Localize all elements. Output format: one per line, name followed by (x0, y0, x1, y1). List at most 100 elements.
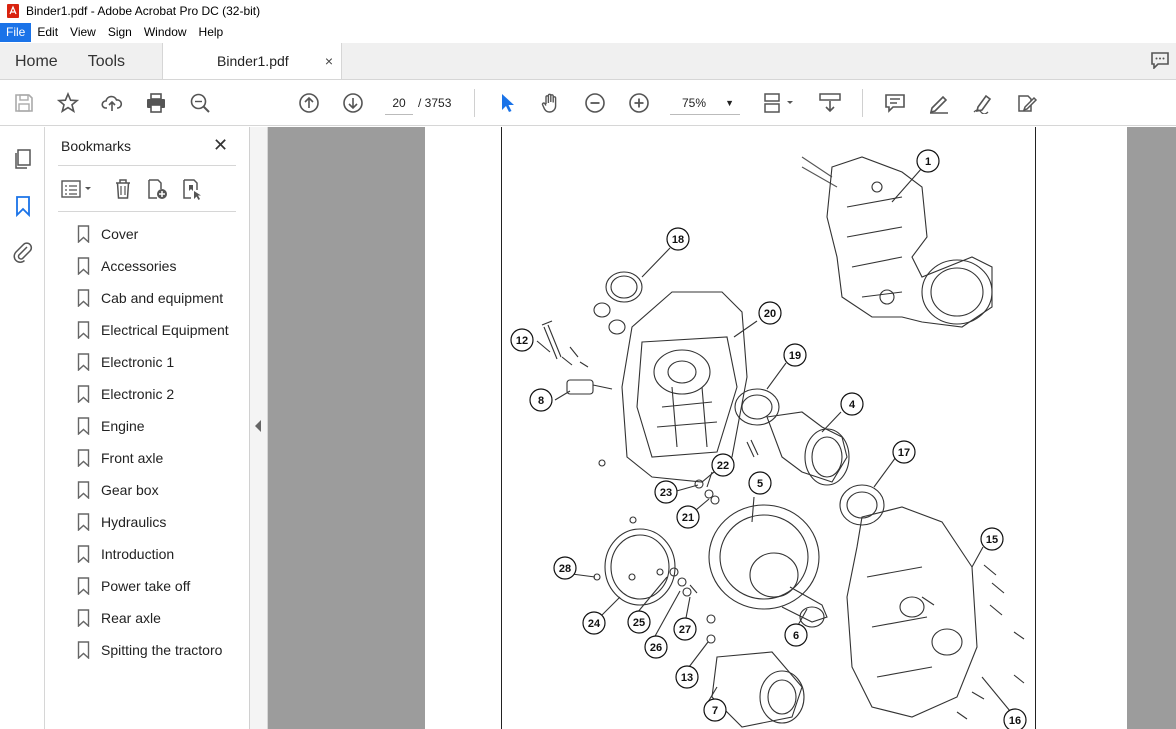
next-page-icon[interactable] (341, 91, 365, 115)
callout-label: 1 (925, 156, 931, 168)
bookmark-from-selection-icon[interactable] (179, 177, 205, 201)
acrobat-icon (7, 4, 19, 18)
panel-splitter[interactable] (250, 127, 268, 729)
edit-pdf-icon[interactable] (1015, 91, 1039, 115)
chevron-down-icon: ▼ (725, 98, 734, 108)
tab-tools[interactable]: Tools (73, 43, 140, 79)
callout-label: 23 (660, 487, 672, 499)
callout-label: 4 (849, 399, 856, 411)
main-toolbar: 20 / 3753 75% ▼ (0, 80, 1176, 126)
bookmark-label: Spitting the tractoro (101, 642, 223, 658)
upload-cloud-icon[interactable] (100, 91, 124, 115)
bookmark-label: Electronic 1 (101, 354, 175, 370)
tab-document[interactable]: Binder1.pdf × (162, 43, 343, 80)
bookmark-icon (77, 641, 90, 659)
zoom-search-icon[interactable] (188, 91, 212, 115)
bookmark-rear-axle[interactable]: Rear axle (77, 602, 161, 634)
callout-label: 16 (1009, 715, 1021, 727)
bookmark-icon (77, 321, 90, 339)
close-tab-button[interactable]: × (325, 43, 333, 80)
menu-view[interactable]: View (64, 23, 102, 42)
bookmark-electronic-2[interactable]: Electronic 2 (77, 378, 174, 410)
bookmark-electrical-equipment[interactable]: Electrical Equipment (77, 314, 229, 346)
callout-label: 27 (679, 624, 691, 636)
bookmark-icon (77, 417, 90, 435)
bookmark-power-take-off[interactable]: Power take off (77, 570, 190, 602)
bookmark-introduction[interactable]: Introduction (77, 538, 174, 570)
divider (58, 165, 236, 166)
tab-home[interactable]: Home (0, 43, 73, 79)
callout-label: 25 (633, 617, 645, 629)
bookmark-label: Cover (101, 226, 139, 242)
bookmark-gear-box[interactable]: Gear box (77, 474, 159, 506)
bookmark-icon (77, 257, 90, 275)
callout-label: 15 (986, 534, 998, 546)
menu-edit[interactable]: Edit (31, 23, 64, 42)
menu-bar: File Edit View Sign Window Help (0, 22, 1176, 43)
bookmark-icon (77, 449, 90, 467)
zoom-out-icon[interactable] (583, 91, 607, 115)
callout-label: 6 (793, 630, 799, 642)
bookmark-panel-icon[interactable] (11, 194, 35, 218)
new-bookmark-icon[interactable] (144, 177, 170, 201)
bookmark-engine[interactable]: Engine (77, 410, 145, 442)
bookmark-label: Accessories (101, 258, 177, 274)
page-number-input[interactable]: 20 (385, 91, 413, 115)
callout-label: 12 (516, 335, 528, 347)
bookmark-icon (77, 225, 90, 243)
bookmark-icon (77, 481, 90, 499)
bookmark-label: Front axle (101, 450, 164, 466)
star-icon[interactable] (56, 91, 80, 115)
bookmark-icon (77, 385, 90, 403)
save-icon[interactable] (12, 91, 36, 115)
page-layout-icon[interactable] (762, 91, 798, 115)
callout-label: 21 (682, 512, 694, 524)
callout-label: 17 (898, 447, 910, 459)
pdf-page: 1 18 20 19 12 8 4 17 22 23 21 5 15 28 24… (425, 127, 1127, 729)
bookmark-cover[interactable]: Cover (77, 218, 138, 250)
exploded-parts-diagram: 1 18 20 19 12 8 4 17 22 23 21 5 15 28 24… (510, 149, 1027, 729)
bookmark-hydraulics[interactable]: Hydraulics (77, 506, 166, 538)
bookmark-cab-and-equipment[interactable]: Cab and equipment (77, 282, 223, 314)
bookmark-label: Engine (101, 418, 145, 434)
bookmark-spitting-the-tractoro[interactable]: Spitting the tractoro (77, 634, 222, 666)
left-rail (0, 127, 45, 729)
menu-file[interactable]: File (0, 23, 32, 42)
zoom-in-icon[interactable] (627, 91, 651, 115)
pages-thumbnails-icon[interactable] (11, 147, 35, 171)
comment-icon[interactable] (1150, 51, 1170, 69)
menu-help[interactable]: Help (193, 23, 230, 42)
zoom-select[interactable]: 75% ▼ (670, 91, 740, 115)
bookmark-label: Rear axle (101, 610, 161, 626)
print-icon[interactable] (144, 91, 168, 115)
sign-icon[interactable] (971, 91, 995, 115)
previous-page-icon[interactable] (297, 91, 321, 115)
bookmark-label: Gear box (101, 482, 159, 498)
scroll-mode-icon[interactable] (817, 91, 843, 115)
bookmark-label: Electronic 2 (101, 386, 175, 402)
highlight-pen-icon[interactable] (927, 91, 951, 115)
document-viewer[interactable]: 1 18 20 19 12 8 4 17 22 23 21 5 15 28 24… (268, 127, 1176, 729)
delete-bookmark-icon[interactable] (110, 177, 136, 201)
menu-window[interactable]: Window (138, 23, 193, 42)
bookmark-accessories[interactable]: Accessories (77, 250, 176, 282)
bookmark-icon (77, 545, 90, 563)
attachments-icon[interactable] (11, 240, 35, 264)
callout-label: 18 (672, 234, 684, 246)
toolbar-divider (862, 89, 863, 117)
hand-tool-icon[interactable] (539, 91, 563, 115)
menu-sign[interactable]: Sign (102, 23, 138, 42)
close-panel-button[interactable]: ✕ (213, 135, 228, 156)
add-comment-icon[interactable] (883, 91, 907, 115)
page-total: / 3753 (418, 96, 452, 110)
bookmarks-header: Bookmarks (61, 138, 132, 154)
bookmark-options-icon[interactable] (60, 177, 96, 201)
bookmark-icon (77, 289, 90, 307)
window-title: Binder1.pdf - Adobe Acrobat Pro DC (32-b… (26, 4, 261, 18)
callout-label: 7 (712, 705, 718, 717)
bookmark-front-axle[interactable]: Front axle (77, 442, 163, 474)
collapse-arrow-icon[interactable] (255, 420, 261, 432)
select-cursor-icon[interactable] (495, 91, 519, 115)
bookmark-electronic-1[interactable]: Electronic 1 (77, 346, 174, 378)
callout-labels: 1 18 20 19 12 8 4 17 22 23 21 5 15 28 24… (510, 149, 1027, 729)
